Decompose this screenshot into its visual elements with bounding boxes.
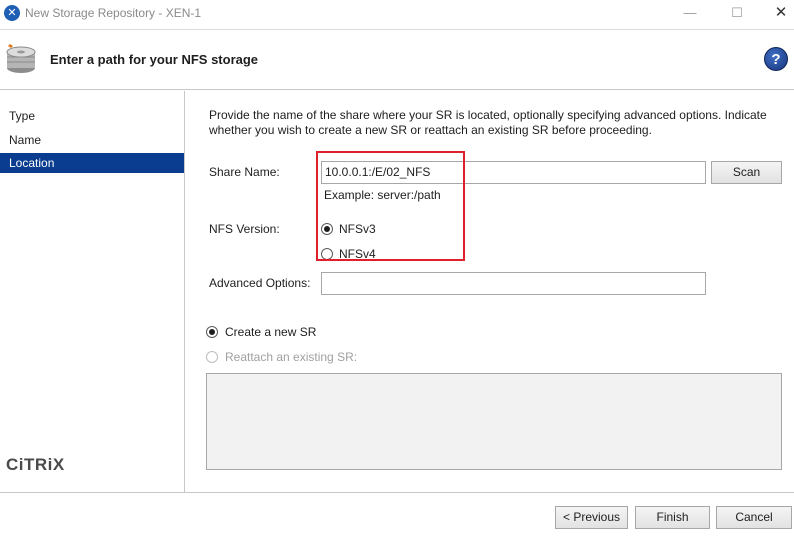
- citrix-logo: CiTRiX: [6, 455, 65, 474]
- window-title: New Storage Repository - XEN-1: [25, 6, 202, 20]
- minimize-button[interactable]: —: [680, 4, 700, 22]
- sidebar-item-name[interactable]: Name: [0, 130, 184, 150]
- share-name-label: Share Name:: [209, 165, 280, 179]
- wizard-sidebar: Type Name Location CiTRiX: [0, 91, 185, 492]
- reattach-sr-radio: [206, 351, 218, 363]
- xencenter-app-icon: ✕: [4, 5, 20, 21]
- annotation-highlight-box: [316, 151, 465, 261]
- storage-icon: [6, 44, 36, 73]
- finish-button[interactable]: Finish: [635, 506, 710, 529]
- scan-button[interactable]: Scan: [711, 161, 782, 184]
- close-button[interactable]: ✕: [771, 4, 791, 22]
- help-icon[interactable]: ?: [764, 47, 788, 71]
- title-bar: ✕ New Storage Repository - XEN-1 — ☐ ✕: [0, 0, 794, 28]
- cancel-button[interactable]: Cancel: [716, 506, 792, 529]
- maximize-button[interactable]: ☐: [727, 4, 747, 22]
- wizard-footer: < Previous Finish Cancel: [0, 492, 794, 540]
- location-panel: Provide the name of the share where your…: [186, 91, 794, 492]
- reattach-sr-label: Reattach an existing SR:: [225, 350, 358, 364]
- sidebar-item-location[interactable]: Location: [0, 153, 184, 173]
- create-new-sr-label[interactable]: Create a new SR: [225, 325, 316, 339]
- page-heading: Enter a path for your NFS storage: [50, 52, 259, 67]
- advanced-options-input[interactable]: [321, 272, 706, 295]
- instructions-text: Provide the name of the share where your…: [209, 108, 767, 137]
- existing-sr-list: [206, 373, 782, 470]
- advanced-options-label: Advanced Options:: [209, 276, 311, 290]
- previous-button[interactable]: < Previous: [555, 506, 628, 529]
- sidebar-item-type[interactable]: Type: [0, 106, 184, 126]
- create-new-sr-radio[interactable]: [206, 326, 218, 338]
- nfs-version-label: NFS Version:: [209, 222, 280, 236]
- wizard-header: Enter a path for your NFS storage ?: [0, 29, 794, 90]
